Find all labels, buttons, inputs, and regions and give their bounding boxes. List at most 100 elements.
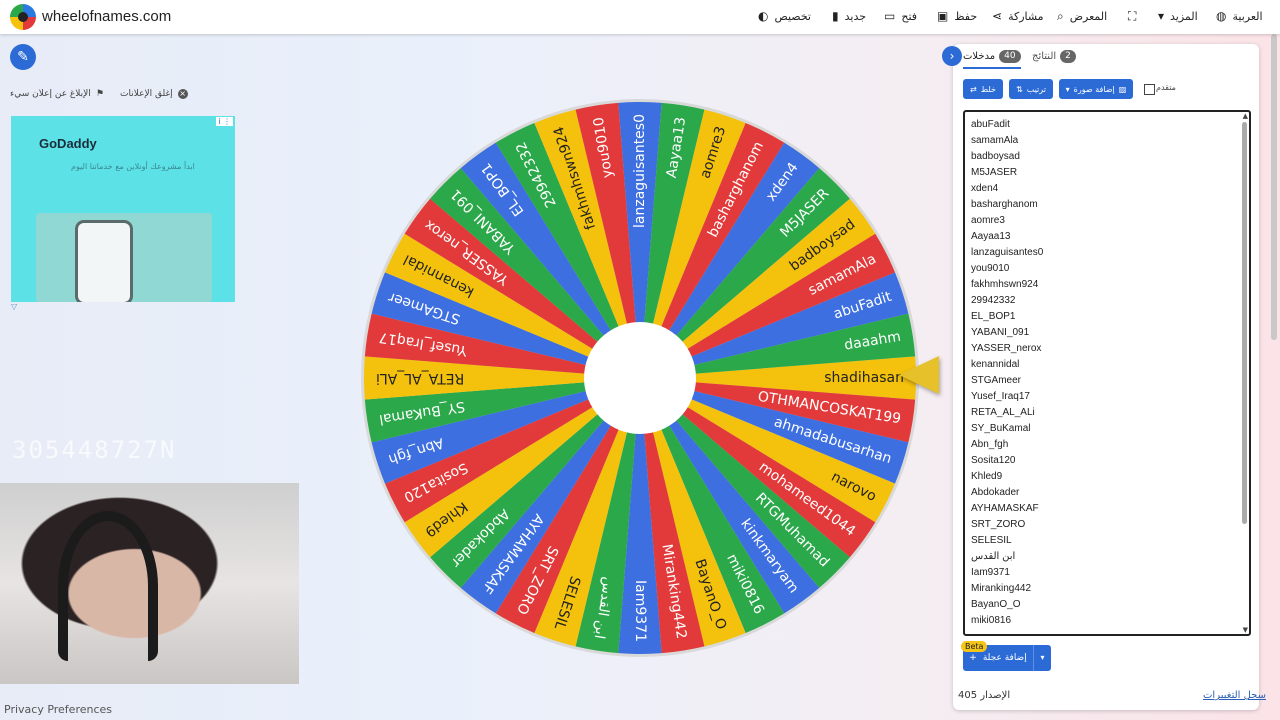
entry-item[interactable]: SY_BuKamal bbox=[971, 421, 1249, 437]
entry-item[interactable]: Abdokader bbox=[971, 485, 1249, 501]
file-icon: ▮ bbox=[832, 9, 839, 23]
menu-language[interactable]: ◍ العربية bbox=[1216, 9, 1263, 23]
entry-item[interactable]: abuFadit bbox=[971, 117, 1249, 133]
brand-name[interactable]: wheelofnames.com bbox=[42, 8, 171, 25]
entry-item[interactable]: STGAmeer bbox=[971, 373, 1249, 389]
ad-phone-image bbox=[36, 213, 212, 302]
advanced-label: متقدم bbox=[1156, 83, 1176, 92]
menu-save[interactable]: ▣ حفظ bbox=[937, 9, 977, 23]
entry-item[interactable]: Aayaa13 bbox=[971, 229, 1249, 245]
entry-item[interactable]: samamAla bbox=[971, 133, 1249, 149]
image-icon: ▨ bbox=[1118, 84, 1127, 94]
close-ads-link[interactable]: إغلق الإعلانات × bbox=[120, 89, 188, 99]
ad-brand: GoDaddy bbox=[39, 136, 97, 151]
entry-item[interactable]: Abn_fgh bbox=[971, 437, 1249, 453]
fullscreen-icon: ⛶ bbox=[1128, 9, 1137, 23]
close-circle-icon: × bbox=[177, 89, 188, 99]
add-image-button[interactable]: ▾ إضافة صورة ▨ bbox=[1059, 79, 1133, 99]
page-scrollbar[interactable] bbox=[1271, 34, 1277, 340]
folder-icon: ▭ bbox=[884, 9, 896, 23]
beta-badge: Beta bbox=[961, 641, 988, 652]
entry-item[interactable]: YABANI_091 bbox=[971, 325, 1249, 341]
entry-item[interactable]: fakhmhswn924 bbox=[971, 277, 1249, 293]
entry-item[interactable]: Miranking442 bbox=[971, 581, 1249, 597]
advertisement[interactable]: GoDaddy ابدأ مشروعك أونلاين مع خدماتنا ا… bbox=[11, 116, 235, 302]
entry-item[interactable]: Khled9 bbox=[971, 469, 1249, 485]
entry-item[interactable]: Sosita120 bbox=[971, 453, 1249, 469]
entry-item[interactable]: SELESIL bbox=[971, 533, 1249, 549]
entry-item[interactable]: SRT_ZORO bbox=[971, 517, 1249, 533]
save-icon: ▣ bbox=[937, 9, 949, 23]
entry-item[interactable]: BayanO_O bbox=[971, 597, 1249, 613]
version-label: الإصدار 405 bbox=[958, 690, 1011, 701]
entry-item[interactable]: 29942332 bbox=[971, 293, 1249, 309]
wheel-segment-label: lanzaguisantes0 bbox=[632, 114, 648, 228]
search-icon: ⌕ bbox=[1057, 9, 1064, 23]
shuffle-button[interactable]: ⇄ خلط bbox=[963, 79, 1003, 99]
menu-more[interactable]: ▾ المزيد bbox=[1158, 9, 1198, 23]
caret-down-icon: ▾ bbox=[1065, 84, 1070, 94]
entry-item[interactable]: ابن القدس bbox=[971, 549, 1249, 565]
entry-item[interactable]: basharghanom bbox=[971, 197, 1249, 213]
entry-item[interactable]: YASSER_nerox bbox=[971, 341, 1249, 357]
share-icon: ⋖ bbox=[992, 9, 1003, 23]
sort-icon: ⇅ bbox=[1016, 84, 1023, 94]
palette-icon: ◐ bbox=[758, 9, 769, 23]
overlay-text: 305448727N bbox=[12, 436, 177, 464]
chevron-right-icon: › bbox=[949, 49, 955, 63]
menu-share[interactable]: ⋖ مشاركة bbox=[992, 9, 1044, 23]
wheel-pointer bbox=[899, 356, 939, 394]
report-ad-link[interactable]: الإبلاغ عن إعلان سيء ⚑ bbox=[10, 89, 104, 99]
entry-item[interactable]: AYHAMASKAF bbox=[971, 501, 1249, 517]
tab-results[interactable]: النتائج 2 bbox=[1032, 50, 1076, 63]
wheel-segment-label: RETA_AL_ALi bbox=[376, 370, 464, 386]
site-logo[interactable] bbox=[10, 4, 36, 30]
sort-button[interactable]: ⇅ ترتيب bbox=[1009, 79, 1053, 99]
entry-item[interactable]: badboysad bbox=[971, 149, 1249, 165]
entry-item[interactable]: M5JASER bbox=[971, 165, 1249, 181]
edit-pen-button[interactable]: ✎ bbox=[10, 44, 36, 70]
ad-subtext: ابدأ مشروعك أونلاين مع خدماتنا اليوم bbox=[71, 162, 195, 171]
entry-item[interactable]: lanzaguisantes0 bbox=[971, 245, 1249, 261]
entry-item[interactable]: miki0816 bbox=[971, 613, 1249, 629]
entry-item[interactable]: aomre3 bbox=[971, 213, 1249, 229]
pencil-icon: ✎ bbox=[17, 49, 29, 65]
advanced-checkbox[interactable] bbox=[1144, 84, 1155, 95]
caret-down-icon: ▾ bbox=[1158, 9, 1165, 23]
privacy-preferences-link[interactable]: Privacy Preferences bbox=[4, 703, 112, 716]
wheel-segment-label: shadihasan bbox=[824, 370, 904, 386]
wheel-segment-label: Iam9371 bbox=[632, 580, 648, 642]
menu-fullscreen[interactable]: ⛶ bbox=[1128, 9, 1136, 24]
entries-scrollbar[interactable] bbox=[1242, 122, 1247, 524]
add-wheel-dropdown[interactable]: ▾ bbox=[1033, 645, 1051, 671]
webcam-overlay bbox=[0, 483, 299, 684]
entry-item[interactable]: Iam9371 bbox=[971, 565, 1249, 581]
menu-open[interactable]: ▭ فتح bbox=[884, 9, 917, 23]
entry-item[interactable]: you9010 bbox=[971, 261, 1249, 277]
entry-item[interactable]: RETA_AL_ALi bbox=[971, 405, 1249, 421]
globe-icon: ◍ bbox=[1216, 9, 1227, 23]
wheel-center-hub[interactable] bbox=[584, 322, 696, 434]
menu-customize[interactable]: ◐ تخصيص bbox=[758, 9, 811, 23]
ad-info-icon[interactable]: i ⋮ bbox=[216, 117, 233, 126]
scroll-down-icon[interactable]: ▼ bbox=[1243, 626, 1248, 634]
entries-textarea[interactable]: abuFadit samamAla badboysad M5JASER xden4 bas… bbox=[963, 110, 1251, 636]
entry-item[interactable]: EL_BOP1 bbox=[971, 309, 1249, 325]
shuffle-icon: ⇄ bbox=[970, 84, 977, 94]
collapse-panel-button[interactable]: › bbox=[942, 46, 962, 66]
tab-entries[interactable]: مدخلات 40 bbox=[963, 50, 1021, 69]
entry-item[interactable]: Yusef_Iraq17 bbox=[971, 389, 1249, 405]
menu-gallery[interactable]: ⌕ المعرض bbox=[1057, 9, 1107, 24]
ad-choices-icon[interactable]: ▽ bbox=[11, 302, 17, 311]
plus-icon: + bbox=[969, 653, 977, 663]
menu-new[interactable]: ▮ جديد bbox=[832, 9, 866, 23]
scroll-up-icon[interactable]: ▲ bbox=[1243, 112, 1248, 120]
changelog-link[interactable]: سجل التغييرات bbox=[1203, 690, 1266, 701]
entry-item[interactable]: kenannidal bbox=[971, 357, 1249, 373]
headphones-shape bbox=[58, 511, 158, 661]
caret-down-icon: ▾ bbox=[1040, 653, 1045, 662]
wheel-container[interactable]: shadihasan OTHMANCOSKAT199 ahmadabusarhan n… bbox=[360, 98, 920, 658]
spin-wheel[interactable]: shadihasanOTHMANCOSKAT199ahmadabusarhann… bbox=[360, 98, 920, 658]
results-count-badge: 2 bbox=[1060, 50, 1076, 63]
entry-item[interactable]: xden4 bbox=[971, 181, 1249, 197]
